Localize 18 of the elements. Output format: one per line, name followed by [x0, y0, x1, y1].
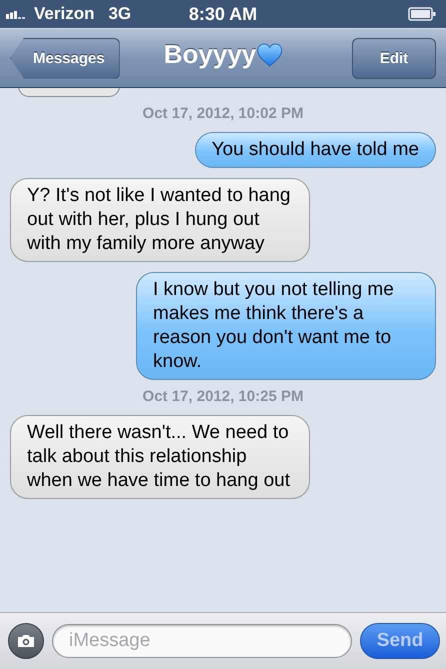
heart-icon	[256, 42, 282, 66]
battery-icon	[408, 7, 436, 21]
camera-button[interactable]	[8, 623, 44, 659]
timestamp: Oct 17, 2012, 10:25 PM	[142, 388, 304, 405]
clock: 8:30 AM	[188, 4, 258, 24]
sent-message: You should have told me	[194, 132, 436, 168]
camera-icon	[17, 634, 35, 648]
send-button[interactable]: Send	[360, 623, 440, 659]
carrier-name: Verizon	[34, 4, 94, 24]
timestamp: Oct 17, 2012, 10:02 PM	[142, 105, 304, 122]
conversation-title: Boyyyy	[164, 39, 256, 70]
network-type: 3G	[108, 4, 132, 24]
back-button[interactable]: Messages	[10, 38, 120, 78]
received-message: Y? It's not like I wanted to hang out with her, plus I hung out with my family more anyway	[10, 178, 310, 262]
edit-button[interactable]: Edit	[352, 38, 436, 78]
message-input[interactable]: iMessage	[52, 624, 352, 658]
sent-message: I know but you not telling me makes me think there's a reason you don't want me to know.	[136, 272, 436, 380]
received-message: Well there wasn't... We need to talk about this relationship when we have time to hang out	[10, 415, 310, 499]
